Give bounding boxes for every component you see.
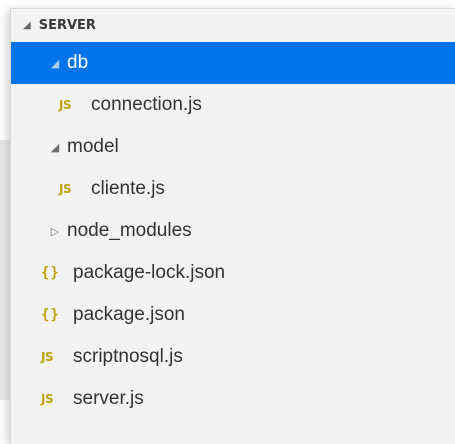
tree-item-cliente-js[interactable]: JS cliente.js	[11, 168, 455, 210]
javascript-file-icon: JS	[59, 182, 72, 196]
javascript-file-icon: JS	[41, 350, 54, 364]
tree-item-package-lock-json[interactable]: {} package-lock.json	[11, 252, 455, 294]
expanded-chevron-icon[interactable]: ◢	[49, 141, 61, 154]
tree-item-label: package-lock.json	[73, 262, 226, 283]
json-file-icon: {}	[41, 307, 60, 323]
expanded-chevron-icon[interactable]: ◢	[49, 57, 61, 70]
tree-item-db-folder[interactable]: ◢ db	[11, 42, 455, 84]
javascript-file-icon: JS	[59, 98, 72, 112]
tree-item-server-js[interactable]: JS server.js	[11, 378, 455, 420]
tree-item-node-modules-folder[interactable]: ▷ node_modules	[11, 210, 455, 252]
json-file-icon: {}	[41, 265, 60, 281]
tree-item-label: scriptnosql.js	[73, 346, 183, 367]
section-header-server[interactable]: ◢ SERVER	[11, 9, 455, 42]
tree-item-label: model	[67, 136, 119, 157]
tree-item-package-json[interactable]: {} package.json	[11, 294, 455, 336]
expanded-chevron-icon: ◢	[23, 20, 31, 31]
tree-item-label: server.js	[73, 388, 144, 409]
tree-item-label: db	[67, 52, 89, 73]
file-tree: ◢ db JS connection.js ◢ model JS cliente…	[11, 42, 455, 420]
explorer-panel: ◢ SERVER ◢ db JS connection.js ◢ model J…	[10, 8, 455, 444]
javascript-file-icon: JS	[41, 392, 54, 406]
tree-item-scriptnosql-js[interactable]: JS scriptnosql.js	[11, 336, 455, 378]
tree-item-model-folder[interactable]: ◢ model	[11, 126, 455, 168]
tree-item-label: node_modules	[67, 220, 192, 241]
collapsed-chevron-icon[interactable]: ▷	[49, 225, 61, 238]
tree-item-label: connection.js	[91, 94, 202, 115]
tree-item-label: package.json	[73, 304, 185, 325]
tree-item-connection-js[interactable]: JS connection.js	[11, 84, 455, 126]
tree-item-label: cliente.js	[91, 178, 165, 199]
section-title: SERVER	[38, 18, 96, 33]
